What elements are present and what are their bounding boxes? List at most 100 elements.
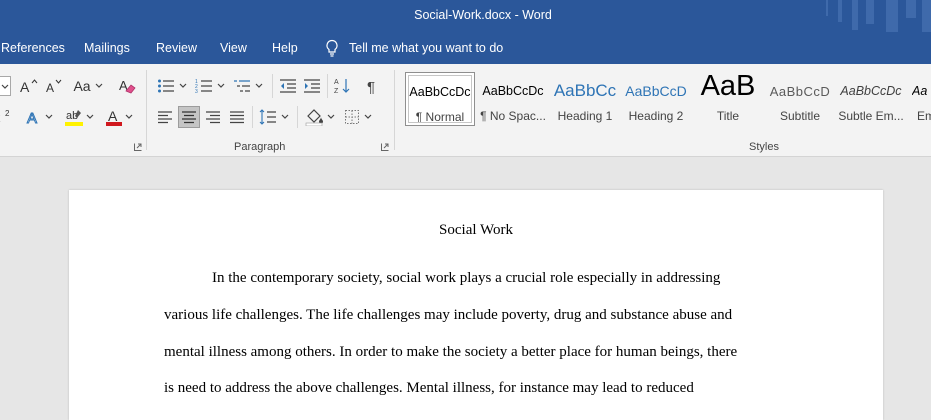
group-subdivider [327, 74, 328, 98]
style-subtle-emphasis[interactable]: AaBbCcDc Subtle Em... [836, 72, 906, 126]
shrink-font-icon: A [46, 79, 62, 94]
shading-button[interactable] [303, 106, 337, 128]
decrease-indent-button[interactable] [278, 76, 298, 96]
chevron-down-icon [95, 83, 102, 88]
tab-references[interactable]: References [1, 41, 65, 55]
svg-text:3: 3 [195, 89, 198, 94]
increase-indent-button[interactable] [302, 76, 322, 96]
style-no-spacing[interactable]: AaBbCcDc ¶ No Spac... [478, 72, 548, 126]
style-preview: AaBbCc [553, 81, 617, 100]
style-preview: AaBbCcDc [840, 84, 902, 98]
align-center-icon [182, 111, 196, 124]
sort-icon: A Z [334, 79, 350, 95]
numbering-icon: 1 2 3 [195, 79, 212, 94]
font-color-button[interactable]: A [102, 108, 136, 126]
style-name: Heading 2 [628, 109, 684, 123]
tell-me-label: Tell me what you want to do [349, 41, 504, 55]
tab-help[interactable]: Help [272, 41, 298, 55]
eraser-icon: A [119, 78, 136, 94]
title-bar-pattern [838, 0, 842, 22]
style-heading-1[interactable]: AaBbCc Heading 1 [550, 72, 620, 126]
highlighter-icon: ab [65, 110, 83, 126]
bullets-button[interactable] [156, 76, 188, 96]
document-heading: Social Work [439, 222, 513, 238]
line-spacing-button[interactable] [258, 106, 290, 128]
multilevel-list-button[interactable] [232, 76, 264, 96]
change-case-label: Aa [73, 78, 91, 94]
align-right-button[interactable] [202, 106, 224, 128]
style-subtitle[interactable]: AaBbCcD Subtitle [765, 72, 835, 126]
justify-button[interactable] [226, 106, 248, 128]
title-bar-pattern [826, 0, 828, 16]
style-title[interactable]: AaB Title [693, 72, 763, 126]
group-divider [146, 70, 147, 150]
style-name: Heading 1 [557, 109, 613, 123]
grow-font-button[interactable]: A [18, 77, 40, 95]
align-center-button[interactable] [178, 106, 200, 128]
paragraph-dialog-launcher-icon[interactable] [381, 143, 389, 151]
align-left-button[interactable] [154, 106, 176, 128]
svg-text:A: A [108, 108, 118, 124]
tab-mailings[interactable]: Mailings [84, 41, 130, 55]
style-emphasis[interactable]: Aa Em [908, 72, 931, 126]
text-effects-button[interactable]: A [24, 108, 54, 126]
font-dialog-launcher-icon[interactable] [134, 143, 142, 151]
style-name: Em [917, 109, 931, 123]
svg-text:¶: ¶ [367, 79, 375, 94]
style-name: ¶ No Spac... [480, 109, 546, 123]
ribbon: A A Aa A x 2 A ab [0, 64, 931, 157]
chevron-down-icon [255, 83, 263, 88]
tab-review[interactable]: Review [156, 41, 197, 55]
document-line: mental illness among others. In order to… [164, 344, 738, 360]
svg-text:2: 2 [5, 109, 10, 118]
svg-text:A: A [334, 79, 339, 86]
font-color-icon: A [106, 108, 122, 126]
styles-gallery: AaBbCcDc ¶ Normal AaBbCcDc ¶ No Spac... … [402, 64, 931, 136]
svg-text:A: A [27, 110, 37, 125]
show-marks-button[interactable]: ¶ [362, 76, 384, 96]
justify-icon [230, 111, 244, 124]
style-preview: Aa [912, 84, 928, 98]
style-name: ¶ Normal [415, 110, 465, 124]
chevron-down-icon [327, 114, 335, 119]
chevron-down-icon [217, 83, 225, 88]
change-case-button[interactable]: Aa [72, 77, 104, 95]
chevron-down-icon [281, 114, 289, 119]
line-spacing-icon [259, 109, 276, 125]
decrease-indent-icon [280, 79, 296, 93]
document-line: is need to address the above challenges.… [164, 380, 694, 396]
superscript-button[interactable]: x 2 [0, 108, 12, 126]
title-bar: Social-Work.docx - Word [0, 0, 931, 32]
sort-button[interactable]: A Z [332, 76, 354, 96]
svg-text:x: x [0, 110, 1, 125]
svg-text:A: A [20, 79, 30, 94]
group-subdivider [272, 74, 273, 98]
text-effects-icon: A [27, 110, 38, 126]
document-page[interactable]: Social Work In the contemporary society,… [69, 190, 883, 420]
title-bar-pattern [886, 0, 898, 32]
lightbulb-icon [326, 39, 338, 57]
clear-formatting-button[interactable]: A [116, 76, 138, 96]
highlight-button[interactable]: ab [62, 108, 96, 126]
svg-text:A: A [46, 81, 54, 94]
style-name: Title [716, 109, 740, 123]
font-size-dropdown[interactable] [0, 76, 11, 96]
style-normal[interactable]: AaBbCcDc ¶ Normal [405, 72, 475, 126]
bullets-icon [158, 79, 174, 93]
tell-me-box[interactable]: Tell me what you want to do [325, 38, 503, 58]
shading-icon [305, 109, 323, 126]
title-bar-pattern [906, 0, 916, 18]
tab-view[interactable]: View [220, 41, 247, 55]
chevron-down-icon [364, 114, 372, 119]
shrink-font-button[interactable]: A [44, 77, 64, 95]
numbering-button[interactable]: 1 2 3 [194, 76, 226, 96]
borders-button[interactable] [341, 106, 375, 128]
svg-text:Z: Z [334, 88, 339, 95]
style-heading-2[interactable]: AaBbCcD Heading 2 [621, 72, 691, 126]
style-preview: AaBbCcDc [482, 84, 544, 98]
document-line: various life challenges. The life challe… [164, 307, 733, 323]
pilcrow-icon: ¶ [367, 79, 375, 94]
styles-group-label: Styles [749, 141, 779, 153]
title-bar-pattern [922, 0, 931, 32]
style-preview: AaBbCcD [625, 83, 687, 99]
